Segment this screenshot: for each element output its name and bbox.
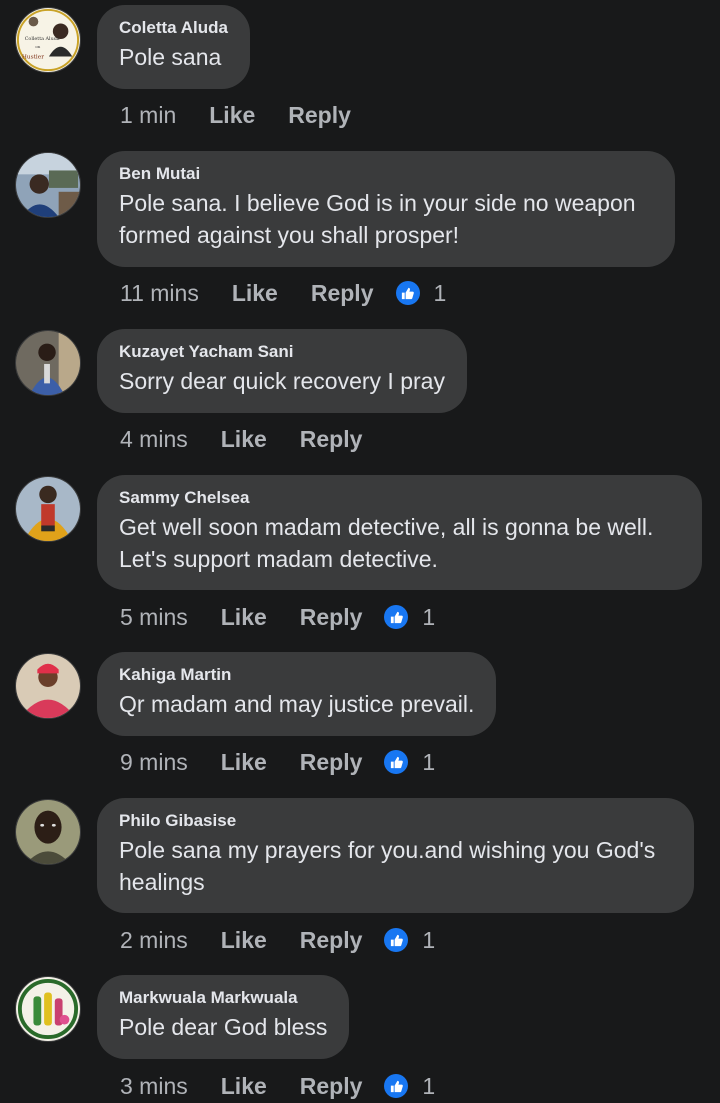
thumbs-up-icon — [384, 605, 409, 629]
avatar[interactable] — [15, 330, 81, 396]
avatar-image — [16, 800, 80, 864]
comment-author[interactable]: Kahiga Martin — [119, 664, 474, 686]
like-button[interactable]: Like — [209, 100, 255, 130]
comment-bubble: Sammy Chelsea Get well soon madam detect… — [97, 475, 702, 590]
comment-bubble: Markwuala Markwuala Pole dear God bless — [97, 975, 350, 1059]
thumbs-up-icon — [384, 1074, 409, 1098]
avatar-image — [16, 654, 80, 718]
comment-text-line: Pole sana. I believe God is in your side… — [119, 190, 636, 216]
comment-timestamp[interactable]: 4 mins — [120, 424, 188, 454]
reaction-summary[interactable]: 1 — [384, 602, 435, 632]
comment-text-line: Sorry dear quick recovery I pray — [119, 368, 445, 394]
avatar-image: Colletta Aluda on Hustler — [16, 8, 80, 72]
reaction-summary[interactable]: 1 — [384, 747, 435, 777]
reaction-summary[interactable]: 1 — [395, 278, 447, 308]
like-button[interactable]: Like — [221, 747, 267, 777]
comment-author[interactable]: Ben Mutai — [119, 163, 653, 185]
avatar[interactable] — [15, 476, 81, 542]
comment-text-line: Pole sana — [119, 44, 222, 70]
avatar-text-line: Colletta Aluda — [25, 36, 60, 42]
like-button[interactable]: Like — [232, 278, 278, 308]
reaction-count: 1 — [422, 604, 436, 630]
like-button[interactable]: Like — [221, 602, 267, 632]
comment-actions: 5 mins Like Reply 1 — [120, 602, 435, 632]
avatar[interactable] — [15, 799, 81, 865]
comment-timestamp[interactable]: 5 mins — [120, 602, 188, 632]
comment-timestamp[interactable]: 3 mins — [120, 1071, 188, 1101]
avatar[interactable] — [15, 976, 81, 1042]
reply-button[interactable]: Reply — [300, 602, 363, 632]
avatar[interactable] — [15, 152, 81, 218]
comments-feed: Colletta Aluda on Hustler Coletta Aluda … — [0, 0, 720, 1103]
comment-timestamp[interactable]: 2 mins — [120, 925, 188, 955]
comment-text-line: healings — [119, 869, 205, 895]
comment-text-line: Let's support madam detective. — [119, 546, 438, 572]
reaction-count: 1 — [422, 749, 436, 775]
reply-button[interactable]: Reply — [300, 925, 363, 955]
comment-bubble: Philo Gibasise Pole sana my prayers for … — [97, 798, 694, 913]
comment-actions: 3 mins Like Reply 1 — [120, 1071, 435, 1101]
avatar[interactable]: Colletta Aluda on Hustler — [15, 7, 81, 73]
reaction-count: 1 — [422, 1073, 436, 1099]
reply-button[interactable]: Reply — [300, 424, 363, 454]
avatar-text-line: on — [35, 44, 40, 49]
comment-author[interactable]: Sammy Chelsea — [119, 487, 680, 509]
thumbs-up-icon — [384, 928, 409, 952]
comment-author[interactable]: Markwuala Markwuala — [119, 987, 327, 1009]
comment-timestamp[interactable]: 9 mins — [120, 747, 188, 777]
avatar-text-line: Hustler — [22, 54, 44, 60]
avatar-image — [16, 153, 80, 217]
comment-author[interactable]: Kuzayet Yacham Sani — [119, 341, 445, 363]
reaction-summary[interactable]: 1 — [384, 925, 435, 955]
avatar-image — [16, 477, 80, 541]
reply-button[interactable]: Reply — [300, 747, 363, 777]
avatar-image — [16, 331, 80, 395]
comment-timestamp[interactable]: 1 min — [120, 100, 176, 130]
reply-button[interactable]: Reply — [300, 1071, 363, 1101]
comment-actions: 1 min Like Reply — [120, 100, 351, 130]
reply-button[interactable]: Reply — [311, 278, 374, 308]
comment-actions: 2 mins Like Reply 1 — [120, 925, 435, 955]
reaction-count: 1 — [422, 927, 436, 953]
like-button[interactable]: Like — [221, 925, 267, 955]
comment-text-line: Pole dear God bless — [119, 1014, 328, 1040]
comment-text-line: Get well soon madam detective, all is go… — [119, 514, 654, 540]
reaction-summary[interactable]: 1 — [384, 1071, 435, 1101]
comment-actions: 11 mins Like Reply 1 — [120, 278, 446, 308]
avatar[interactable] — [15, 653, 81, 719]
comment-text-line: Pole sana my prayers for you.and wishing… — [119, 837, 656, 863]
comment-author[interactable]: Coletta Aluda — [119, 17, 228, 39]
comment-author[interactable]: Philo Gibasise — [119, 810, 672, 832]
comment-timestamp[interactable]: 11 mins — [120, 278, 199, 308]
comment-text-line: formed against you shall prosper! — [119, 222, 460, 248]
comment-bubble: Coletta Aluda Pole sana — [97, 5, 250, 89]
like-button[interactable]: Like — [221, 1071, 267, 1101]
comment-actions: 4 mins Like Reply — [120, 424, 362, 454]
comment-actions: 9 mins Like Reply 1 — [120, 747, 435, 777]
avatar-image — [16, 977, 80, 1041]
comment-bubble: Kuzayet Yacham Sani Sorry dear quick rec… — [97, 329, 467, 413]
reaction-count: 1 — [433, 280, 447, 306]
thumbs-up-icon — [384, 750, 409, 774]
comment-bubble: Kahiga Martin Qr madam and may justice p… — [97, 652, 497, 736]
like-button[interactable]: Like — [221, 424, 267, 454]
comment-text-line: Qr madam and may justice prevail. — [119, 691, 475, 717]
comment-bubble: Ben Mutai Pole sana. I believe God is in… — [97, 151, 675, 267]
reply-button[interactable]: Reply — [288, 100, 351, 130]
thumbs-up-icon — [395, 281, 420, 305]
